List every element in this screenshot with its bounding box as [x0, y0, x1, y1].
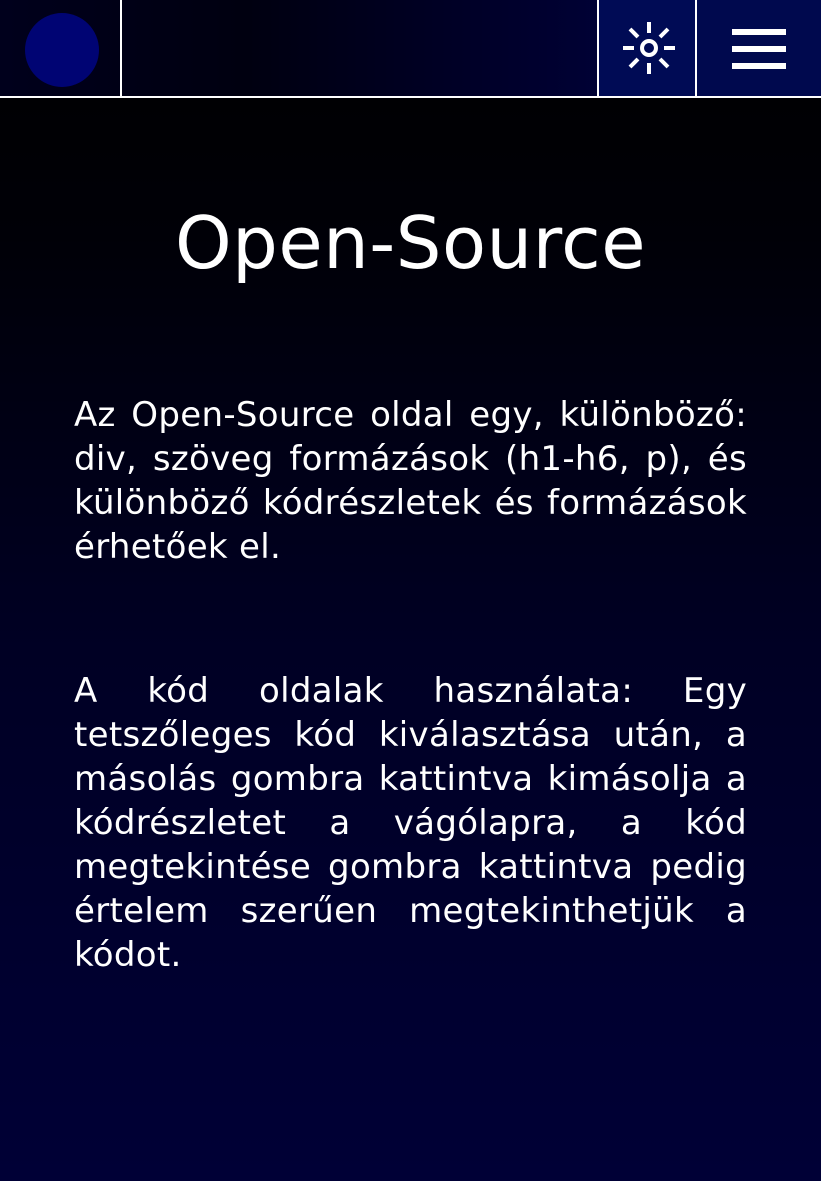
hamburger-menu-icon-bar-middle [732, 46, 786, 52]
sun-icon [623, 22, 675, 74]
intro-paragraph: Az Open-Source oldal egy, különböző: div… [74, 395, 747, 567]
theme-toggle-button[interactable] [597, 0, 697, 96]
usage-paragraph: A kód oldalak használata: Egy tetszőlege… [74, 671, 747, 975]
logo-cell[interactable] [0, 0, 122, 96]
hamburger-menu-icon [732, 29, 786, 35]
hamburger-menu-button[interactable] [697, 0, 821, 96]
circle-logo-icon[interactable] [25, 13, 99, 87]
top-navbar [0, 0, 821, 98]
page-title: Open-Source [174, 201, 647, 285]
hamburger-menu-icon-bar-bottom [732, 63, 786, 69]
